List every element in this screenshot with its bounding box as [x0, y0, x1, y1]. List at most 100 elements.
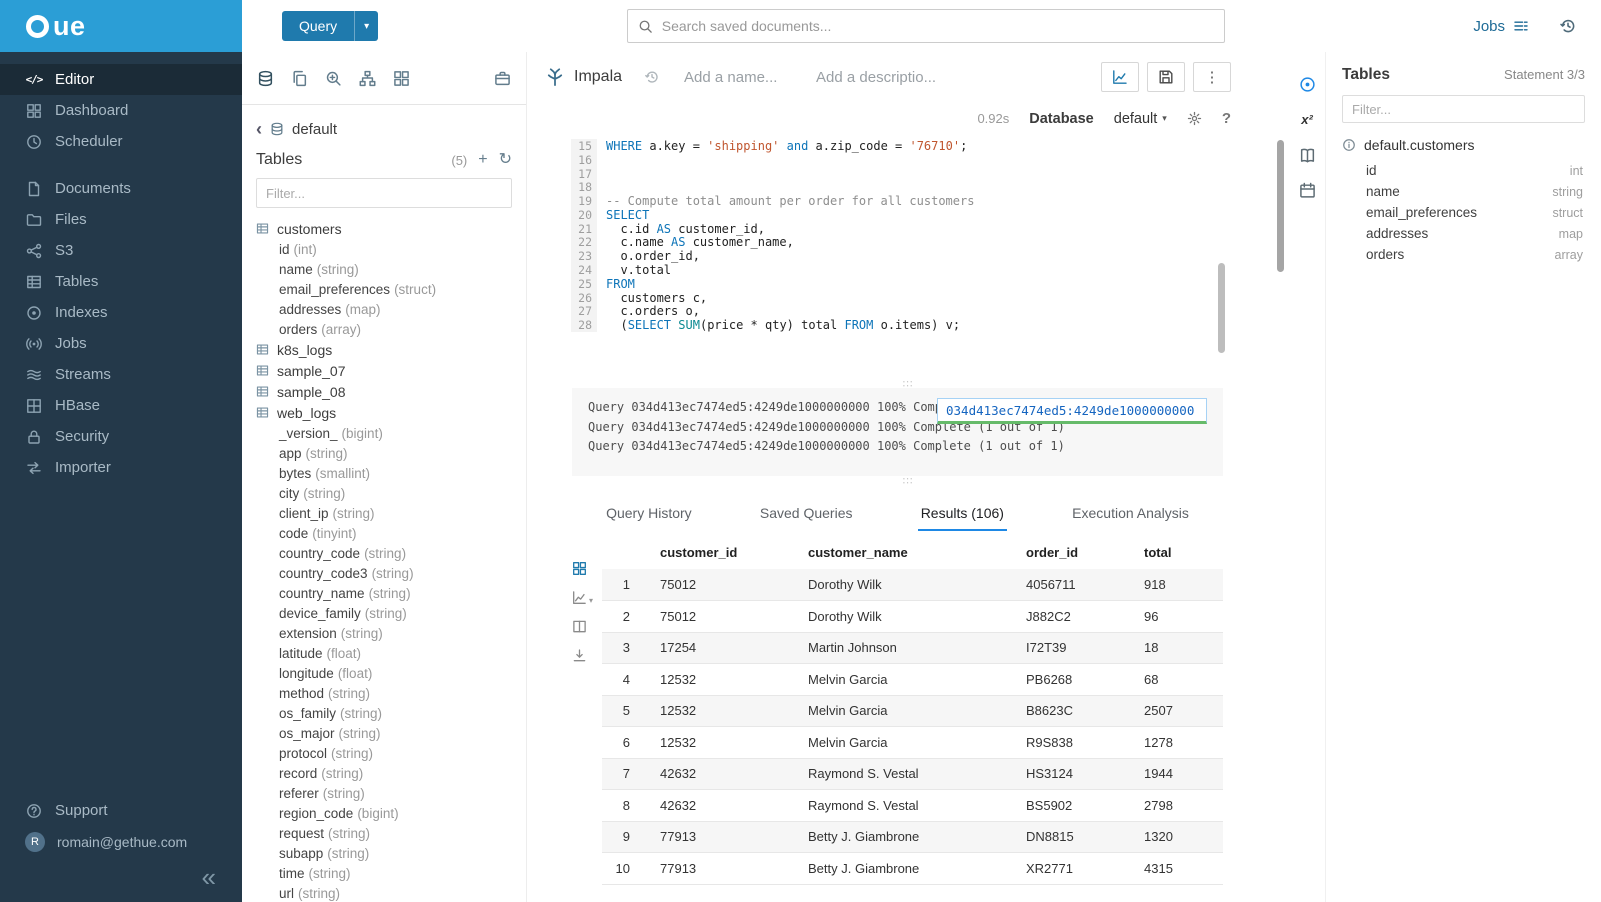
column-item[interactable]: record(string)	[242, 763, 526, 783]
result-row[interactable]: 612532Melvin GarciaR9S8381278	[602, 727, 1223, 759]
column-item[interactable]: country_code(string)	[242, 543, 526, 563]
result-cell[interactable]: 68	[1132, 664, 1223, 696]
table-item-k8s_logs[interactable]: k8s_logs	[242, 339, 526, 360]
result-cell[interactable]: R9S838	[1014, 727, 1132, 759]
support-link[interactable]: Support	[0, 795, 242, 826]
column-header-customer-id[interactable]: customer_id	[648, 539, 796, 569]
search-input[interactable]	[662, 18, 1214, 34]
editor-history-button[interactable]	[644, 69, 660, 85]
sidebar-item-jobs[interactable]: Jobs	[0, 328, 242, 359]
back-button[interactable]: ‹	[256, 120, 262, 138]
sidebar-item-importer[interactable]: Importer	[0, 452, 242, 483]
sidebar-item-dashboard[interactable]: Dashboard	[0, 95, 242, 126]
tab-results-106[interactable]: Results (106)	[918, 499, 1007, 531]
result-cell[interactable]: 42632	[648, 758, 796, 790]
column-item[interactable]: email_preferences(struct)	[242, 279, 526, 299]
column-header-order-id[interactable]: order_id	[1014, 539, 1132, 569]
column-item-orders[interactable]: ordersarray	[1342, 244, 1585, 265]
data-source-toolbar-button[interactable]	[257, 70, 274, 87]
relationships-toolbar-button[interactable]	[359, 70, 376, 87]
column-item[interactable]: name(string)	[242, 259, 526, 279]
result-cell[interactable]: Raymond S. Vestal	[796, 790, 1014, 822]
result-cell[interactable]: 2507	[1132, 695, 1223, 727]
result-cell[interactable]: DN8815	[1014, 821, 1132, 853]
sql-editor[interactable]: 15WHERE a.key = 'shipping' and a.zip_cod…	[527, 139, 1289, 379]
table-item-customers[interactable]: customers	[242, 218, 526, 239]
zoom-toolbar-button[interactable]	[325, 70, 342, 87]
hue-logo[interactable]: ue	[0, 0, 242, 52]
column-item[interactable]: url(string)	[242, 883, 526, 902]
column-item[interactable]: country_code3(string)	[242, 563, 526, 583]
column-item[interactable]: device_family(string)	[242, 603, 526, 623]
tab-query-history[interactable]: Query History	[603, 499, 695, 531]
sidebar-item-tables[interactable]: Tables	[0, 266, 242, 297]
result-cell[interactable]: 77913	[648, 821, 796, 853]
query-description-input[interactable]	[816, 69, 944, 86]
column-item[interactable]: client_ip(string)	[242, 503, 526, 523]
result-cell[interactable]: Melvin Garcia	[796, 727, 1014, 759]
table-item-sample_08[interactable]: sample_08	[242, 381, 526, 402]
result-cell[interactable]: Raymond S. Vestal	[796, 758, 1014, 790]
result-cell[interactable]: I72T39	[1014, 632, 1132, 664]
schedule-button[interactable]	[1299, 182, 1316, 199]
column-item[interactable]: latitude(float)	[242, 643, 526, 663]
column-item-name[interactable]: namestring	[1342, 181, 1585, 202]
result-cell[interactable]: XR2771	[1014, 853, 1132, 885]
sidebar-item-documents[interactable]: Documents	[0, 173, 242, 204]
result-cell[interactable]: 4056711	[1014, 569, 1132, 601]
database-breadcrumb[interactable]: default	[292, 121, 337, 138]
result-row[interactable]: 275012Dorothy WilkJ882C296	[602, 601, 1223, 633]
column-item[interactable]: time(string)	[242, 863, 526, 883]
result-cell[interactable]: 1944	[1132, 758, 1223, 790]
result-cell[interactable]: 75012	[648, 601, 796, 633]
query-id-popover[interactable]: 034d413ec7474ed5:4249de1000000000	[937, 398, 1207, 424]
column-item[interactable]: bytes(smallint)	[242, 463, 526, 483]
results-download-button[interactable]	[572, 648, 602, 663]
column-item[interactable]: app(string)	[242, 443, 526, 463]
result-cell[interactable]: 18	[1132, 632, 1223, 664]
editor-scrollbar[interactable]	[1218, 263, 1225, 353]
column-item[interactable]: os_family(string)	[242, 703, 526, 723]
result-cell[interactable]: 12532	[648, 727, 796, 759]
result-cell[interactable]: Dorothy Wilk	[796, 569, 1014, 601]
resize-handle-bottom[interactable]	[527, 476, 1289, 485]
refresh-tables-button[interactable]: ↻	[499, 152, 512, 168]
add-table-button[interactable]: +	[478, 152, 487, 168]
result-cell[interactable]: PB6268	[1014, 664, 1132, 696]
column-item[interactable]: extension(string)	[242, 623, 526, 643]
right-panel-filter-input[interactable]	[1342, 95, 1585, 123]
apps-toolbar-button[interactable]	[393, 70, 410, 87]
sidebar-item-hbase[interactable]: HBase	[0, 390, 242, 421]
sidebar-item-security[interactable]: Security	[0, 421, 242, 452]
projects-toolbar-button[interactable]	[494, 70, 511, 87]
query-name-input[interactable]	[684, 69, 792, 86]
documents-toolbar-button[interactable]	[291, 70, 308, 87]
result-cell[interactable]: Dorothy Wilk	[796, 601, 1014, 633]
functions-button[interactable]: x²	[1301, 111, 1313, 129]
column-item[interactable]: orders(array)	[242, 319, 526, 339]
result-cell[interactable]: 96	[1132, 601, 1223, 633]
result-cell[interactable]: 42632	[648, 790, 796, 822]
sidebar-item-files[interactable]: Files	[0, 204, 242, 235]
main-scrollbar[interactable]	[1277, 140, 1284, 272]
help-button[interactable]: ?	[1222, 110, 1231, 127]
results-chart-button[interactable]: ▾	[572, 590, 602, 605]
tab-saved-queries[interactable]: Saved Queries	[757, 499, 856, 531]
column-item-id[interactable]: idint	[1342, 160, 1585, 181]
tab-execution-analysis[interactable]: Execution Analysis	[1069, 499, 1192, 531]
engine-name[interactable]: Impala	[574, 68, 622, 86]
language-reference-button[interactable]	[1299, 147, 1316, 164]
chart-button[interactable]	[1101, 62, 1139, 92]
jobs-link[interactable]: Jobs	[1473, 18, 1529, 35]
new-query-button[interactable]: Query ▾	[282, 11, 378, 41]
settings-button[interactable]	[1187, 111, 1202, 126]
sidebar-item-indexes[interactable]: Indexes	[0, 297, 242, 328]
user-menu[interactable]: R romain@gethue.com	[0, 826, 242, 857]
result-cell[interactable]: Betty J. Giambrone	[796, 853, 1014, 885]
database-select[interactable]: default ▾	[1114, 111, 1167, 127]
result-cell[interactable]: 4315	[1132, 853, 1223, 885]
table-item-sample_07[interactable]: sample_07	[242, 360, 526, 381]
query-button-caret[interactable]: ▾	[354, 11, 378, 41]
result-cell[interactable]: 12532	[648, 695, 796, 727]
result-cell[interactable]: B8623C	[1014, 695, 1132, 727]
